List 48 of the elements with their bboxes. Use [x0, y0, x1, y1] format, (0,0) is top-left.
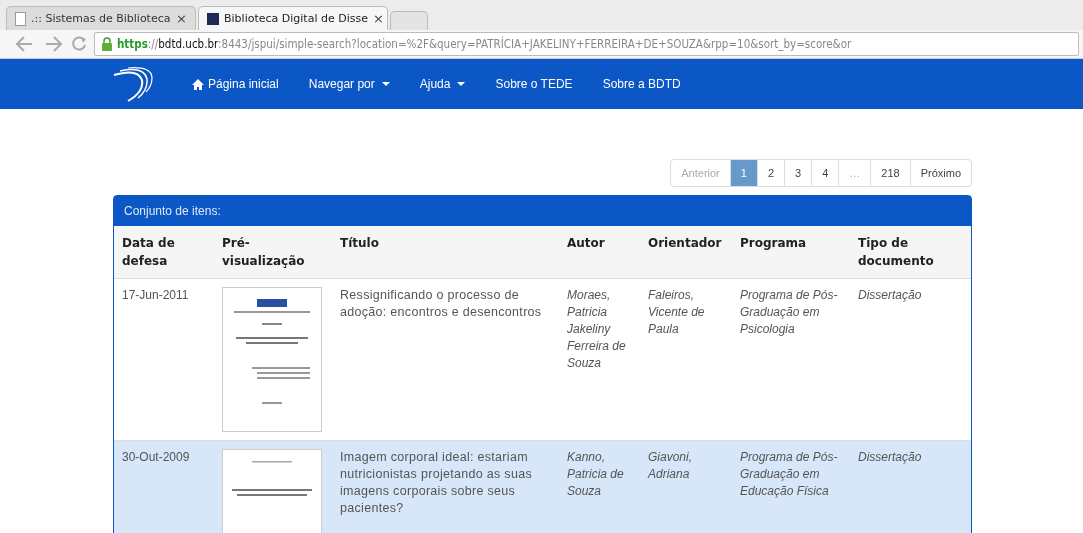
document-thumbnail[interactable]: [222, 287, 322, 432]
document-type-cell-text: Dissertação: [858, 287, 923, 304]
author-cell-text: Kanno, Patricia de Souza: [567, 449, 625, 500]
advisor-cell-text: Faleiros, Vicente de Paula: [648, 287, 706, 338]
favicon-icon: [207, 12, 219, 25]
home-icon: [192, 78, 204, 90]
column-header: Orientador: [648, 236, 722, 250]
close-button[interactable]: ×: [176, 11, 187, 26]
program-cell-text: Programa de Pós-Graduação em Psicologia: [740, 287, 839, 338]
page-link[interactable]: 3: [784, 160, 812, 186]
page-link[interactable]: 4: [811, 160, 839, 186]
url-text: https://bdtd.ucb.br:8443/jspui/simple-search?location=%2F&query=PATRÍCIA+JAKELINY+FERREIRA+DE+SOUZA&rpp=10&sort_by=score&or: [117, 37, 852, 51]
column-header: Tipo de documento: [858, 236, 934, 268]
nav-link[interactable]: Sobre a BDTD: [602, 77, 681, 91]
browser-tab[interactable]: .:: Sistemas de Biblioteca ×: [6, 6, 196, 30]
document-type-cell-text: Dissertação: [858, 449, 923, 466]
logo-icon: [112, 66, 156, 102]
browser-tab[interactable]: Biblioteca Digital de Disse ×: [198, 6, 388, 30]
page-link[interactable]: Próximo: [909, 160, 971, 186]
column-header: Programa: [740, 236, 807, 250]
column-header: Pré-visualização: [222, 236, 305, 268]
close-button[interactable]: ×: [372, 11, 384, 26]
nav-link[interactable]: Navegar por: [308, 77, 390, 91]
advisor-cell-text: Giavoni, Adriana: [648, 449, 694, 483]
panel-title: Conjunto de itens:: [124, 204, 221, 218]
nav-link[interactable]: Página inicial: [192, 77, 279, 91]
column-header: Data de defesa: [122, 236, 175, 268]
caret-icon: [457, 82, 466, 86]
tab-title: Biblioteca Digital de Disse: [224, 12, 368, 25]
author-cell-text: Moraes, Patricia Jakeliny Ferreira de Souza: [567, 287, 627, 372]
page-icon: [15, 11, 26, 26]
nav-link[interactable]: Ajuda: [419, 77, 466, 91]
date-cell-text: 30-Out-2009: [122, 449, 191, 466]
title-link[interactable]: Ressignificando o processo de adoção: encontros e desencontros: [340, 287, 551, 321]
reload-icon[interactable]: [70, 35, 88, 53]
page-link[interactable]: 2: [756, 160, 785, 186]
tab-title: .:: Sistemas de Biblioteca: [31, 12, 172, 25]
column-header: Título: [340, 236, 379, 250]
program-cell-text: Programa de Pós-Graduação em Educação Física: [740, 449, 839, 500]
new-tab-button[interactable]: [390, 11, 428, 30]
nav-link[interactable]: Sobre o TEDE: [495, 77, 573, 91]
caret-icon: [381, 82, 390, 86]
result-row[interactable]: 17-Jun-2011 Ressignificando o processo de adoção: encontros e desencontros Moraes, Patricia Jakeliny Ferreira de Souza Faleiros, Vicente de Paula Programa de Pós-Graduação em Psicologia Dissertação: [114, 278, 971, 441]
column-header: Autor: [567, 236, 605, 250]
lock-icon: [101, 37, 113, 51]
address-bar[interactable]: https://bdtd.ucb.br:8443/jspui/simple-search?location=%2F&query=PATRÍCIA+JAKELINY+FERREIRA+DE+SOUZA&rpp=10&sort_by=score&or: [94, 32, 1079, 56]
date-cell-text: 17-Jun-2011: [122, 287, 190, 304]
page-link[interactable]: 218: [870, 160, 910, 186]
